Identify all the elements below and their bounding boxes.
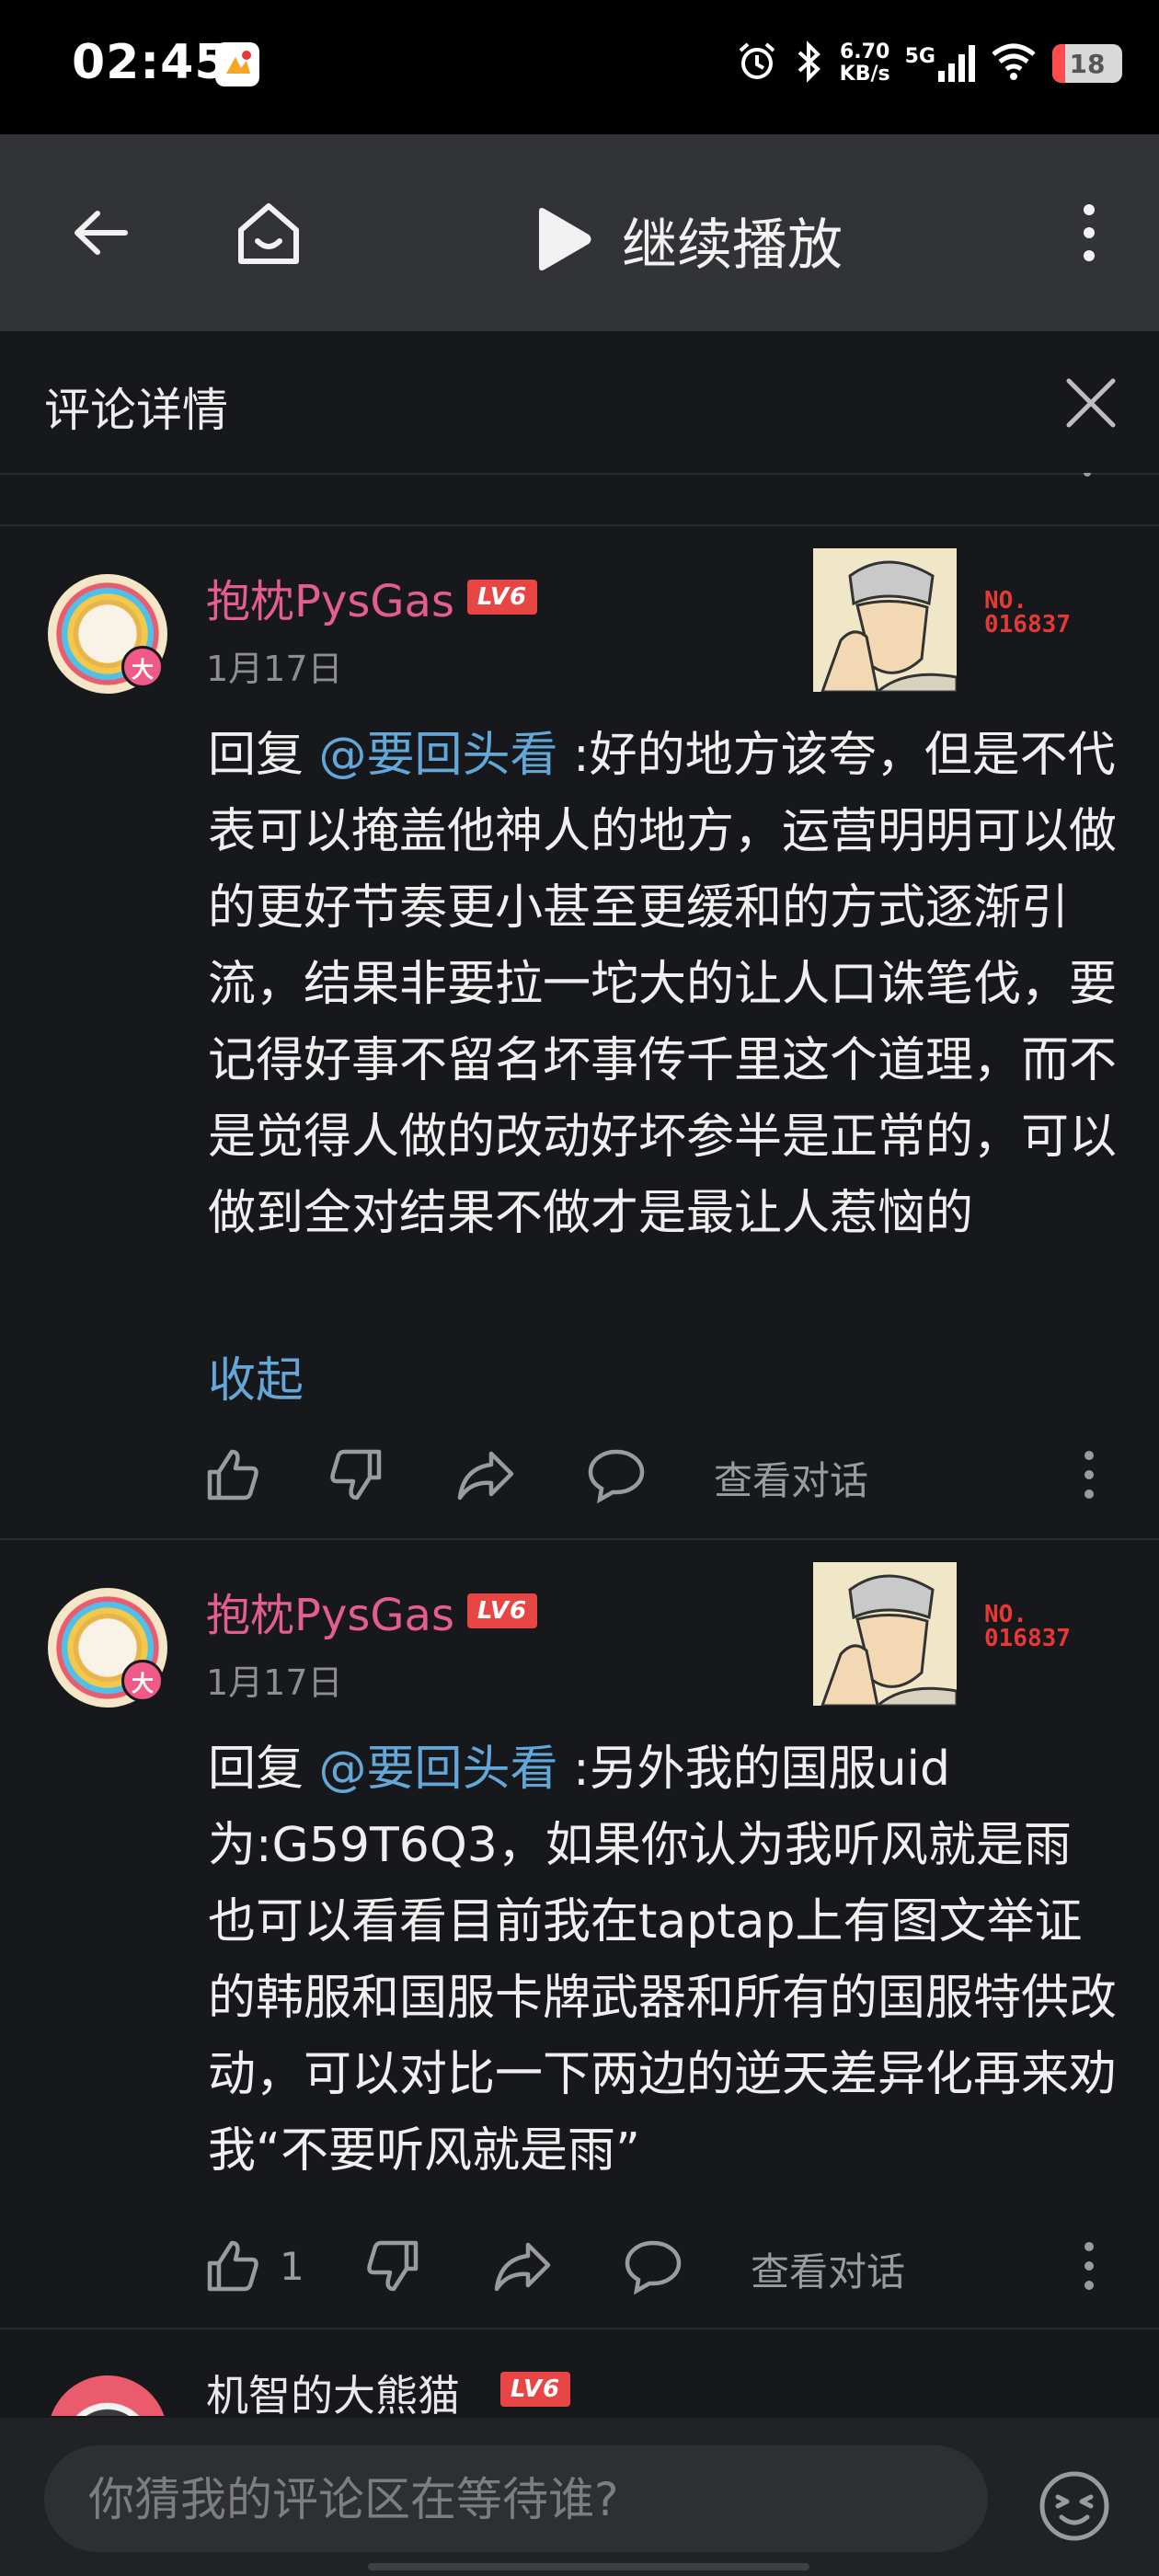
- fan-decoration[interactable]: NO. 016837: [813, 1562, 1089, 1709]
- comment-bubble-icon: [625, 2240, 682, 2294]
- status-time: 02:45: [72, 35, 229, 90]
- comment-more-icon[interactable]: [1071, 1446, 1107, 1503]
- fan-card-figure-icon: [813, 1562, 957, 1706]
- reply-button[interactable]: [624, 2237, 683, 2294]
- reply-button[interactable]: [587, 1446, 646, 1503]
- dislike-button[interactable]: [364, 2237, 421, 2294]
- thumbs-down-icon: [330, 1449, 382, 1501]
- status-icons: 6.70 KB/s 5G 18: [735, 33, 1122, 94]
- avatar[interactable]: 大: [48, 574, 167, 694]
- comment-input[interactable]: [86, 2445, 955, 2554]
- comment-text: 回复 @要回头看 :好的地方该夸，但是不代表可以掩盖他神人的地方，运营明明可以做…: [208, 728, 1118, 1241]
- thumbs-down-icon: [367, 2240, 419, 2292]
- collapse-link[interactable]: 收起: [208, 1341, 304, 1410]
- comment-date: 1月17日: [206, 1662, 343, 1703]
- mention-link[interactable]: @要回头看: [319, 1742, 558, 1797]
- divider: [0, 2328, 1159, 2329]
- comment-item: 大 抱枕PysGas LV6 1月17日 NO. 016837 回复 @要回头看…: [0, 526, 1159, 1538]
- partial-actions-row: [0, 473, 1159, 524]
- like-button[interactable]: 1: [204, 2237, 304, 2294]
- comment-item: 大 抱枕PysGas LV6 1月17日 NO. 016837 回复 @要回头看…: [0, 1540, 1159, 2328]
- comment-actions: 查看对话: [0, 1437, 1159, 1511]
- home-icon[interactable]: [232, 197, 305, 274]
- battery-icon: 18: [1052, 44, 1122, 83]
- comment-input-bar: [0, 2418, 1159, 2576]
- emoji-icon[interactable]: [1038, 2469, 1111, 2547]
- level-badge: LV6: [500, 2372, 570, 2407]
- avatar-badge: 大: [121, 1660, 164, 1702]
- decoration-number: NO. 016837: [984, 587, 1071, 638]
- continue-play-label: 继续播放: [622, 213, 843, 278]
- signal-icon: 5G: [905, 45, 975, 82]
- fan-card-figure-icon: [813, 548, 957, 692]
- play-icon: [530, 204, 594, 278]
- mention-link[interactable]: @要回头看: [319, 728, 558, 783]
- comment-item-partial: 机智的大熊猫 LV6: [0, 2357, 1159, 2416]
- level-badge: LV6: [467, 1593, 537, 1628]
- notification-app-icon: [215, 42, 259, 86]
- share-button[interactable]: [493, 2237, 552, 2294]
- comment-more-icon[interactable]: [1071, 2237, 1107, 2294]
- comment-date: 1月17日: [206, 649, 343, 689]
- comment-detail-header: 评论详情: [0, 331, 1159, 475]
- comment-bubble-icon: [588, 1449, 645, 1503]
- username[interactable]: 抱枕PysGas: [206, 565, 454, 629]
- fan-decoration[interactable]: NO. 016837: [813, 548, 1089, 696]
- like-count: 1: [280, 2243, 304, 2289]
- view-dialog-button[interactable]: 查看对话: [714, 1450, 868, 1506]
- like-button[interactable]: [204, 1446, 261, 1503]
- dislike-button[interactable]: [327, 1446, 384, 1503]
- comment-input-container[interactable]: [44, 2445, 988, 2554]
- share-icon: [494, 2242, 551, 2292]
- panel-title: 评论详情: [44, 384, 228, 437]
- decoration-number: NO. 016837: [984, 1601, 1071, 1652]
- comment-actions: 1 查看对话: [0, 2228, 1159, 2302]
- comment-text: 回复 @要回头看 :另外我的国服uid为:G59T6Q3，如果你认为我听风就是雨…: [208, 1742, 1118, 2179]
- top-bar: 继续播放: [0, 134, 1159, 331]
- more-vert-icon[interactable]: [1071, 201, 1107, 269]
- status-bar: 02:45 6.70 KB/s 5G 18: [0, 0, 1159, 134]
- thumbs-up-icon: [207, 1449, 258, 1501]
- view-dialog-button[interactable]: 查看对话: [751, 2241, 905, 2297]
- back-arrow-icon[interactable]: [68, 201, 132, 269]
- thumbs-up-icon: [207, 2240, 258, 2292]
- username[interactable]: 机智的大熊猫: [206, 2363, 460, 2416]
- level-badge: LV6: [467, 580, 537, 615]
- share-icon: [457, 1451, 514, 1501]
- avatar[interactable]: [48, 2375, 167, 2416]
- alarm-icon: [735, 40, 779, 87]
- avatar[interactable]: 大: [48, 1588, 167, 1708]
- close-icon[interactable]: [1063, 375, 1119, 434]
- wifi-icon: [990, 41, 1038, 86]
- continue-play-button[interactable]: 继续播放: [530, 201, 843, 281]
- username[interactable]: 抱枕PysGas: [206, 1579, 454, 1643]
- net-speed: 6.70 KB/s: [839, 40, 890, 86]
- bluetooth-icon: [794, 40, 825, 87]
- home-indicator: [368, 2563, 809, 2570]
- avatar-badge: 大: [121, 646, 164, 688]
- share-button[interactable]: [456, 1446, 515, 1503]
